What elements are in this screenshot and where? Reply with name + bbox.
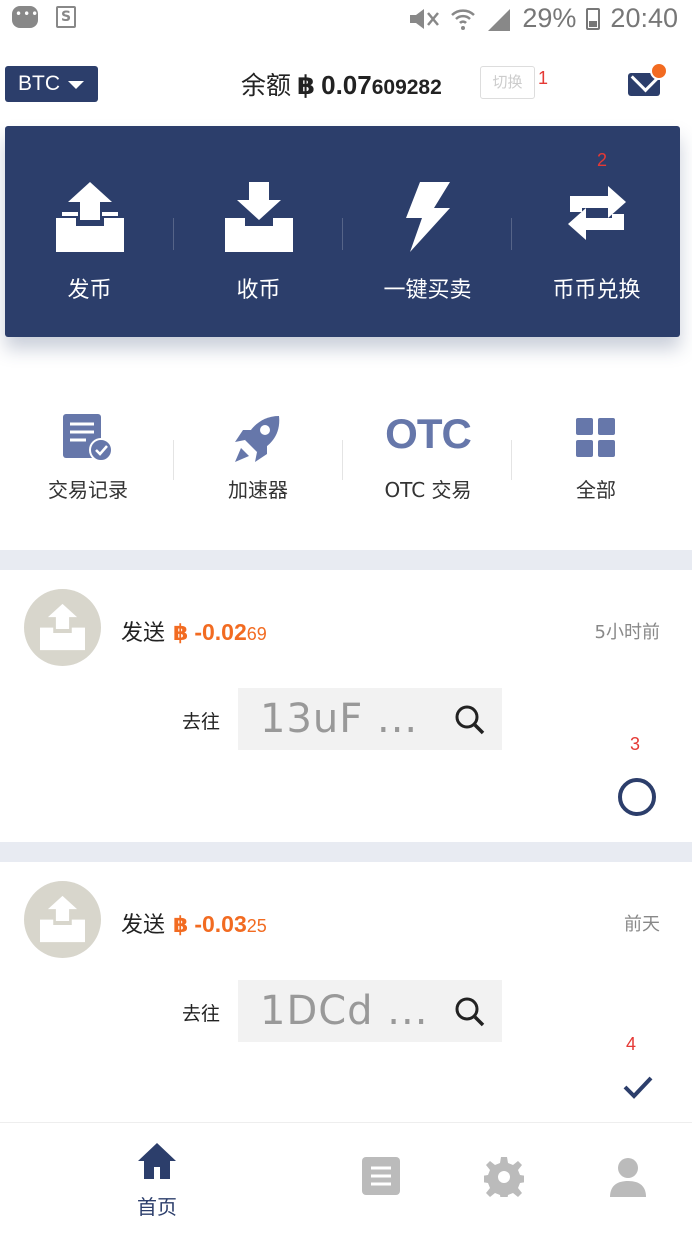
coin-selector[interactable]: BTC	[5, 66, 98, 102]
notification-dot	[650, 62, 668, 80]
address-text: 13uF ...	[260, 696, 419, 742]
caret-down-icon	[68, 81, 84, 89]
send-tray-icon	[55, 182, 124, 252]
section-separator	[0, 842, 692, 862]
address-field[interactable]: 1DCd ...	[238, 980, 502, 1042]
bottom-nav: 首页	[0, 1122, 692, 1234]
gear-icon	[484, 1157, 524, 1197]
annotation-3: 3	[630, 734, 641, 754]
bitcoin-symbol: ฿	[173, 621, 189, 646]
address-text: 1DCd ...	[260, 988, 429, 1034]
message-notification-icon	[12, 6, 39, 28]
transaction-time: 前天	[624, 914, 660, 935]
action-exchange-label: 币币兑换	[552, 278, 641, 303]
action-quick-trade[interactable]: 一键买卖	[343, 126, 512, 337]
coin-selector-label: BTC	[18, 72, 60, 95]
document-notification-icon: S	[56, 6, 76, 28]
signal-icon	[488, 8, 511, 31]
app-header: BTC 余额 ฿ 0.07 609282 切换 1	[0, 56, 692, 112]
destination-label: 去往	[182, 1003, 221, 1025]
send-avatar	[24, 881, 101, 958]
action-receive[interactable]: 收币	[174, 126, 343, 337]
transaction-title: 发送 ฿ -0.02 69	[121, 615, 267, 647]
balance-display: 余额 ฿ 0.07 609282	[241, 66, 442, 102]
address-field[interactable]: 13uF ...	[238, 688, 502, 750]
transaction-time: 5小时前	[594, 622, 660, 643]
balance-label: 余额	[241, 71, 292, 100]
list-icon	[362, 1157, 400, 1195]
user-icon	[610, 1158, 646, 1197]
action-send-label: 发币	[67, 278, 112, 303]
lightning-icon	[405, 182, 450, 252]
section-separator	[0, 550, 692, 570]
transaction-item[interactable]: 发送 ฿ -0.03 25 前天 去往 1DCd ... 4	[0, 862, 692, 1120]
send-tray-icon	[40, 603, 85, 651]
transaction-amount-main: -0.03	[194, 911, 247, 937]
send-avatar	[24, 589, 101, 666]
balance-main: 0.07	[321, 70, 372, 100]
annotation-4: 4	[626, 1034, 637, 1054]
transaction-item[interactable]: 发送 ฿ -0.02 69 5小时前 去往 13uF ... 3	[0, 570, 692, 842]
otc-logo: OTC	[385, 410, 472, 457]
action-quick-trade-label: 一键买卖	[383, 278, 472, 303]
action-panel: 2 发币 收币 一键买卖 币币兑换	[5, 126, 680, 337]
quick-link-all-label: 全部	[576, 478, 616, 502]
search-icon[interactable]	[454, 996, 486, 1028]
bitcoin-symbol: ฿	[297, 71, 316, 101]
annotation-1: 1	[538, 68, 549, 88]
mute-icon	[410, 8, 440, 29]
transaction-title: 发送 ฿ -0.03 25	[121, 907, 267, 939]
balance-minor: 609282	[371, 76, 442, 99]
quick-links: 交易记录 加速器 OTC OTC 交易 全部	[0, 400, 692, 510]
destination-label: 去往	[182, 711, 221, 733]
transaction-amount-minor: 69	[246, 624, 267, 644]
pending-status-icon	[618, 778, 656, 816]
send-tray-icon	[40, 895, 85, 943]
transaction-record-icon	[63, 414, 113, 462]
receive-tray-icon	[224, 182, 293, 252]
tab-home-label: 首页	[137, 1195, 177, 1219]
transaction-amount-main: -0.02	[194, 619, 247, 645]
home-icon	[138, 1143, 176, 1179]
battery-icon	[586, 7, 601, 30]
action-send[interactable]: 发币	[5, 126, 174, 337]
rocket-icon	[235, 416, 280, 462]
status-bar: S 29% 20:40	[0, 0, 692, 36]
quick-link-transactions-label: 交易记录	[48, 478, 128, 502]
transaction-amount-minor: 25	[246, 916, 267, 936]
action-exchange[interactable]: 币币兑换	[512, 126, 681, 337]
search-icon[interactable]	[454, 704, 486, 736]
transaction-action: 发送	[121, 913, 166, 938]
action-receive-label: 收币	[236, 278, 281, 303]
check-icon	[623, 1076, 653, 1099]
transaction-action: 发送	[121, 621, 166, 646]
exchange-icon	[567, 186, 626, 240]
grid-icon	[576, 418, 615, 457]
bitcoin-symbol: ฿	[173, 913, 189, 938]
battery-percent: 29%	[522, 3, 577, 33]
wifi-icon	[451, 8, 476, 30]
quick-link-otc-label: OTC 交易	[384, 478, 472, 502]
quick-link-accelerator-label: 加速器	[228, 478, 288, 502]
clock: 20:40	[610, 3, 678, 33]
switch-button[interactable]: 切换	[480, 66, 535, 99]
